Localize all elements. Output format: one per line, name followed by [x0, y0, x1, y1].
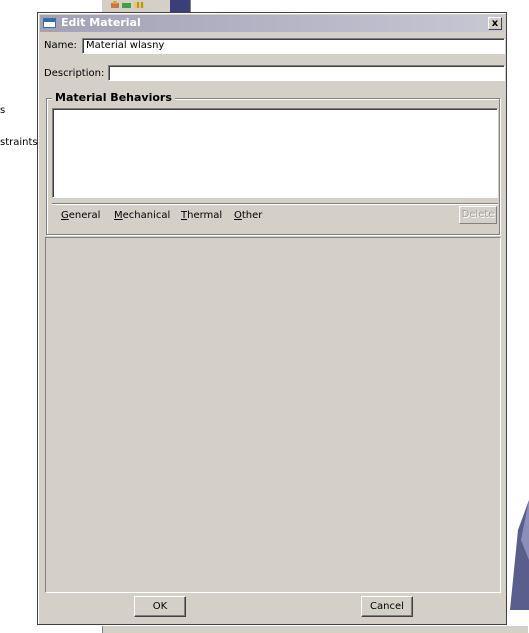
background-statusbar [102, 626, 528, 633]
menu-other[interactable]: Other [234, 210, 262, 221]
toolbar-check-icon[interactable] [122, 1, 132, 9]
background-model-shape [510, 500, 529, 610]
menu-mechanical-mnemonic: M [114, 210, 123, 221]
background-tree-text: straints [0, 137, 38, 148]
menu-mechanical-label: echanical [122, 210, 171, 221]
behaviors-menubar: General Mechanical Thermal Other Delete [52, 203, 498, 226]
menu-general-mnemonic: G [61, 210, 69, 221]
menu-mechanical[interactable]: Mechanical [114, 210, 170, 221]
background-tree-text: s [0, 105, 6, 116]
delete-button[interactable]: Delete [459, 206, 497, 224]
behavior-editor-panel [45, 237, 501, 593]
description-label: Description: [44, 68, 105, 79]
menu-thermal-label: hermal [187, 210, 223, 221]
dialog-titlebar[interactable]: Edit Material x [40, 15, 504, 32]
name-field[interactable]: Material wlasny [82, 38, 505, 54]
window-icon [43, 18, 56, 28]
menu-general-label: eneral [68, 210, 101, 221]
ok-button[interactable]: OK [134, 596, 186, 617]
dialog-title: Edit Material [61, 16, 141, 29]
edit-material-dialog: Edit Material x Name: Material wlasny De… [37, 12, 507, 625]
toolbar-part-icon[interactable] [110, 1, 120, 9]
material-behaviors-title: Material Behaviors [52, 91, 175, 104]
toolbar-grid-icon[interactable] [134, 1, 144, 9]
description-field[interactable] [108, 65, 505, 81]
menu-other-mnemonic: O [234, 210, 242, 221]
menu-general[interactable]: General [61, 210, 100, 221]
name-label: Name: [44, 40, 77, 51]
close-button[interactable]: x [488, 17, 502, 30]
behaviors-list[interactable] [52, 108, 498, 198]
menu-other-label: ther [241, 210, 263, 221]
menu-thermal[interactable]: Thermal [181, 210, 222, 221]
cancel-button[interactable]: Cancel [361, 596, 413, 617]
